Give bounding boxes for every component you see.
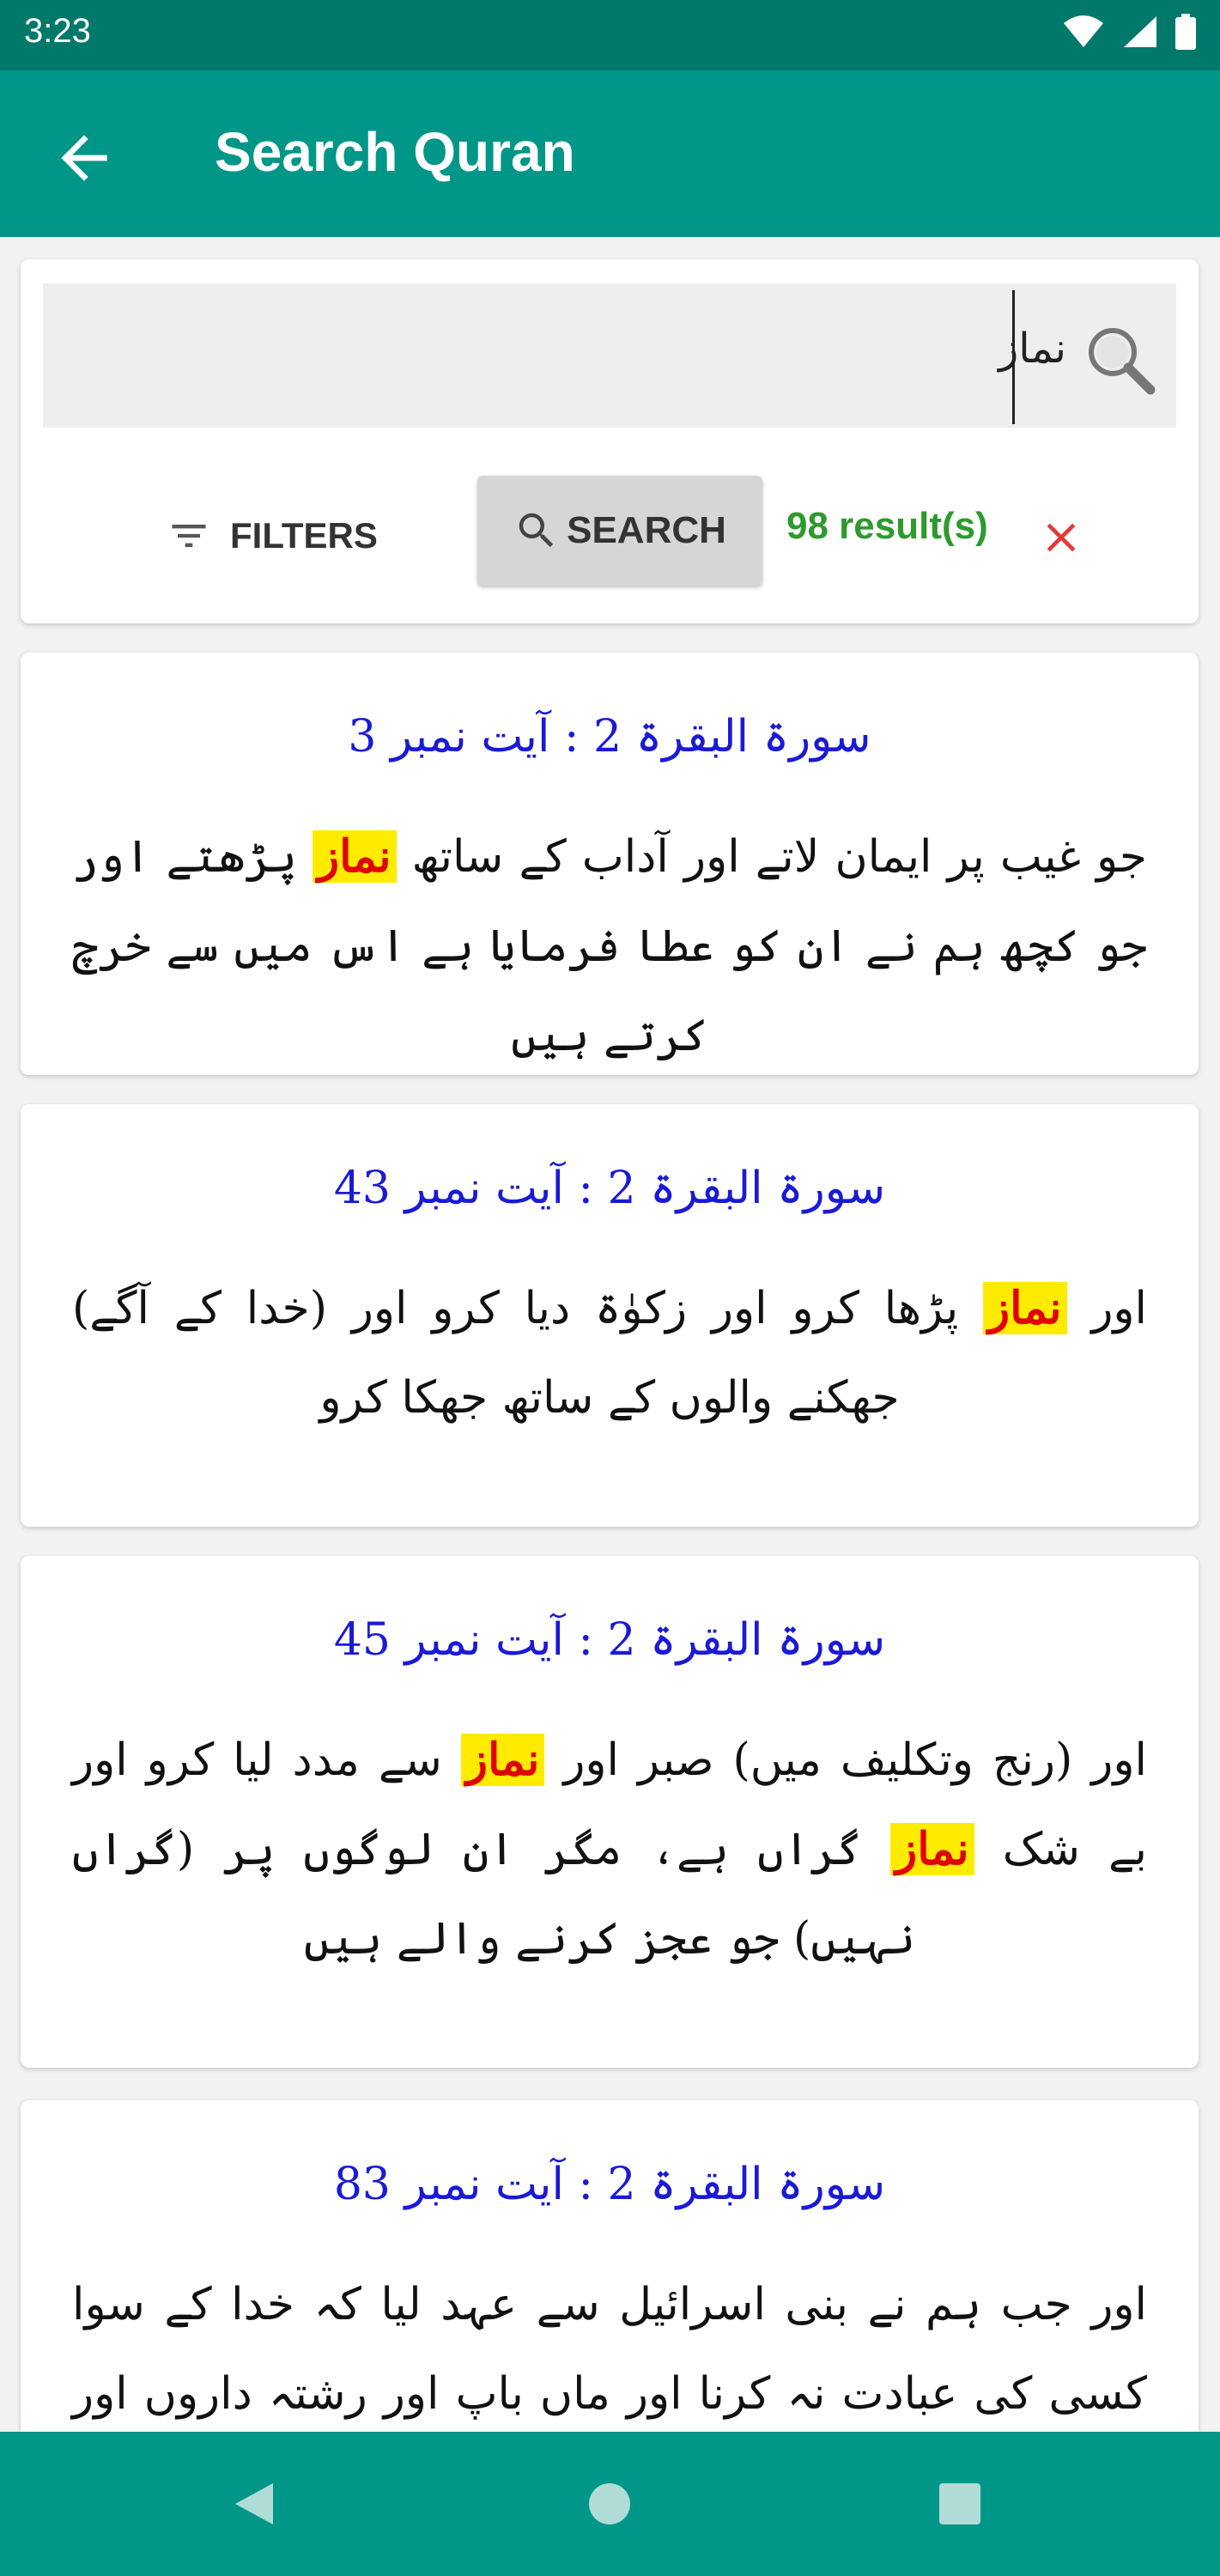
- search-label: SEARCH: [567, 509, 726, 551]
- result-title: سورۃ البقرۃ 2 : آیت نمبر 45: [333, 1614, 886, 1666]
- wifi-icon: [1064, 15, 1103, 47]
- result-card[interactable]: سورۃ البقرۃ 2 : آیت نمبر 83 اور جب ہم نے…: [21, 2100, 1199, 2432]
- nav-recents-icon: [939, 2483, 980, 2524]
- back-arrow-icon: [61, 135, 107, 181]
- search-query: نماز: [998, 325, 1066, 373]
- result-text-part: گراں ہے، مگر ان لوگوں پر (گراں نہیں) جو …: [72, 1824, 916, 1965]
- highlight-match: نماز: [460, 1734, 545, 1786]
- clear-icon[interactable]: [1037, 513, 1085, 562]
- highlight-match: نماز: [983, 1282, 1067, 1334]
- result-text-part: پڑھا کرو اور زکوٰۃ دیا کرو اور (خدا کے آ…: [72, 1283, 984, 1424]
- search-card: نماز FILTERS SEARCH 98 result(s): [21, 259, 1199, 623]
- result-text: اور جب ہم نے بنی اسرائیل سے عہد لیا کہ خ…: [72, 2260, 1147, 2432]
- result-card[interactable]: سورۃ البقرۃ 2 : آیت نمبر 43 اور نماز پڑھ…: [21, 1104, 1199, 1527]
- result-card[interactable]: سورۃ البقرۃ 2 : آیت نمبر 45 اور (رنج وتک…: [21, 1556, 1199, 2068]
- filters-label: FILTERS: [230, 515, 378, 556]
- status-icons: [1062, 14, 1196, 50]
- result-title: سورۃ البقرۃ 2 : آیت نمبر 3: [348, 711, 871, 762]
- result-text-part: اور جب ہم نے بنی اسرائیل سے عہد لیا کہ خ…: [72, 2279, 1147, 2420]
- result-text-part: اور (رنج وتکلیف میں) صبر اور: [544, 1735, 1147, 1786]
- back-button[interactable]: [50, 124, 118, 192]
- result-text: جو غیب پر ایمان لاتے اور آداب کے ساتھ نم…: [72, 812, 1147, 1075]
- navigation-bar: [0, 2432, 1220, 2576]
- battery-icon: [1175, 14, 1196, 50]
- nav-recents-button[interactable]: [926, 2470, 994, 2538]
- nav-home-icon: [589, 2483, 630, 2524]
- status-bar: 3:23: [0, 0, 1220, 70]
- result-text: اور نماز پڑھا کرو اور زکوٰۃ دیا کرو اور …: [72, 1264, 1147, 1443]
- result-title: سورۃ البقرۃ 2 : آیت نمبر 43: [333, 1163, 886, 1214]
- highlight-match: نماز: [890, 1823, 974, 1875]
- signal-icon: [1124, 16, 1156, 47]
- app-bar: Search Quran: [0, 70, 1220, 237]
- page-title: Search Quran: [215, 121, 575, 183]
- search-button[interactable]: SEARCH: [477, 476, 762, 586]
- filters-button[interactable]: FILTERS: [167, 501, 378, 570]
- status-time: 3:23: [24, 12, 91, 50]
- result-text: اور (رنج وتکلیف میں) صبر اور نماز سے مدد…: [72, 1716, 1147, 1984]
- search-input[interactable]: نماز: [43, 283, 1176, 428]
- results-count: 98 result(s): [786, 505, 988, 547]
- nav-back-button[interactable]: [220, 2470, 288, 2538]
- nav-back-icon: [235, 2483, 273, 2524]
- search-button-icon: [519, 513, 554, 548]
- result-card[interactable]: سورۃ البقرۃ 2 : آیت نمبر 3 جو غیب پر ایم…: [21, 653, 1199, 1075]
- nav-home-button[interactable]: [575, 2470, 644, 2538]
- result-title: سورۃ البقرۃ 2 : آیت نمبر 83: [333, 2159, 886, 2210]
- search-icon: [1089, 328, 1156, 395]
- text-cursor: [1012, 290, 1015, 424]
- highlight-match: نماز: [313, 830, 397, 883]
- result-text-part: جو غیب پر ایمان لاتے اور آداب کے ساتھ: [396, 831, 1147, 883]
- result-text-part: اور: [1066, 1283, 1147, 1334]
- filter-icon: [172, 525, 206, 547]
